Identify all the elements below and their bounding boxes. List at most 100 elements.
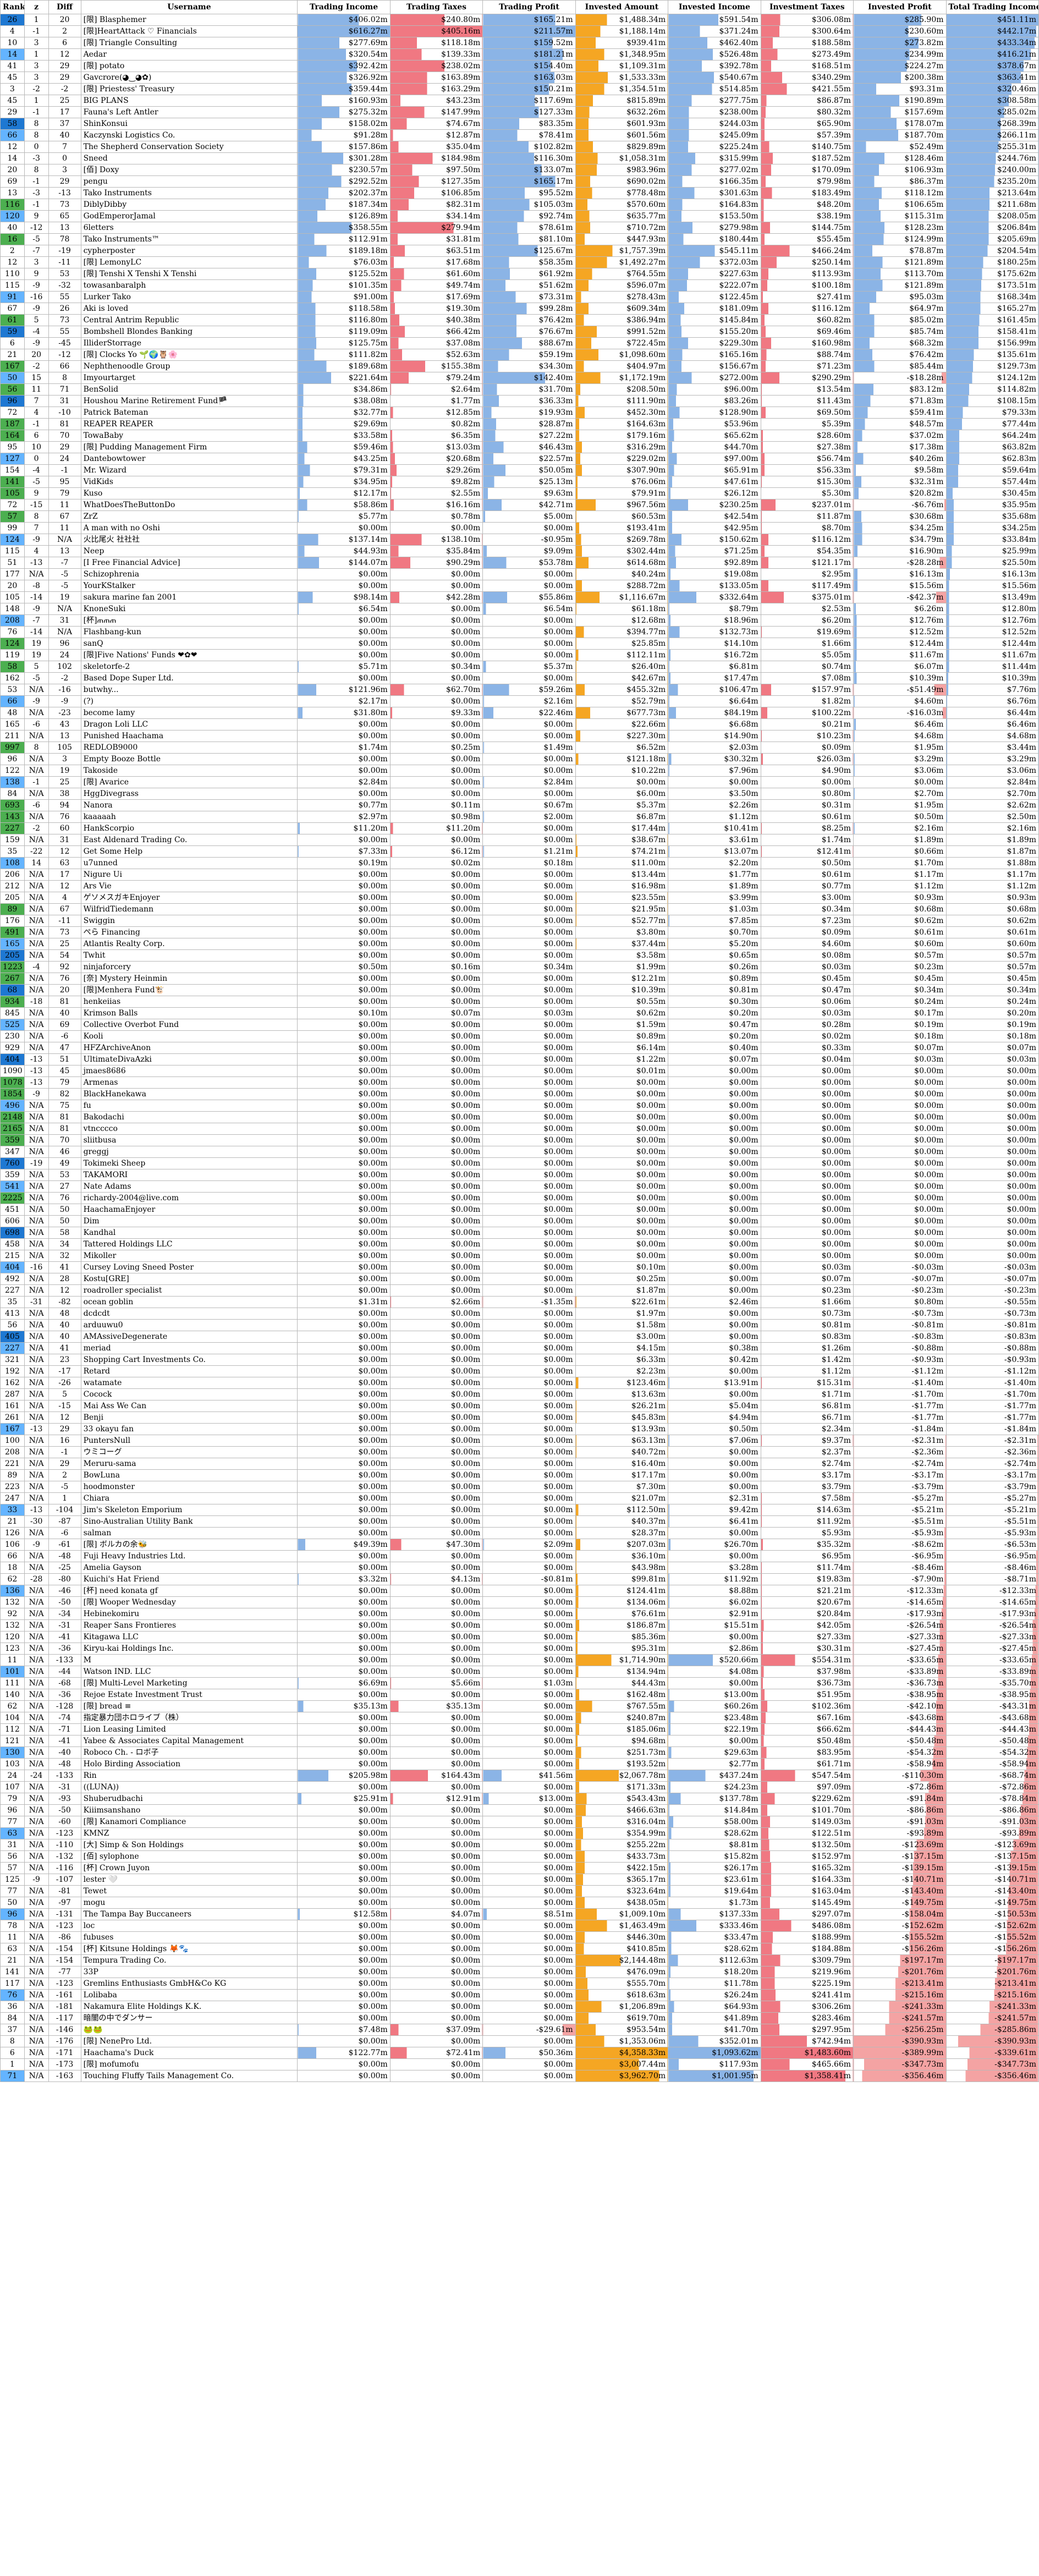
table-row[interactable]: 458 N/A 34 Tattered Holdings LLC $0.00m $0.00… bbox=[0, 1238, 1039, 1250]
table-row[interactable]: 105 -14 19 sakura marine fan 2001 $98.14m $42… bbox=[0, 591, 1039, 603]
table-row[interactable]: 91 -16 55 Lurker Tako $91.00m $17.69m $73.31m $… bbox=[0, 291, 1039, 303]
table-row[interactable]: 45 1 25 BIG PLANS $160.93m $43.23m $117.69m $81… bbox=[0, 95, 1039, 107]
table-row[interactable]: 41 3 29 [限] potato $392.42m $238.02m $154.40m $… bbox=[0, 60, 1039, 72]
table-row[interactable]: 496 N/A 75 fu $0.00m $0.00m $0.00m $0.00m $0.00m… bbox=[0, 1100, 1039, 1112]
table-row[interactable]: 1090 -13 45 jmaes8686 $0.00m $0.00m $0.00m $0.0… bbox=[0, 1065, 1039, 1077]
table-row[interactable]: 525 N/A 69 Collective Overbot Fund $0.00m $0.… bbox=[0, 1019, 1039, 1031]
table-row[interactable]: 141 -5 95 VidKids $34.95m $9.82m $25.13m $76.06… bbox=[0, 476, 1039, 488]
table-row[interactable]: 140 N/A -36 Rejoe Estate Investment Trust $0… bbox=[0, 1689, 1039, 1701]
table-row[interactable]: 96 N/A 3 Empty Booze Bottle $0.00m $0.00m $0.0… bbox=[0, 753, 1039, 765]
table-row[interactable]: 10 3 6 [限] Triangle Consulting $277.69m $118.… bbox=[0, 37, 1039, 49]
table-row[interactable]: 1854 -9 82 BlackHanekawa $0.00m $0.00m $0.00m $… bbox=[0, 1088, 1039, 1100]
header-total-trading-income[interactable]: Total Trading Income bbox=[945, 0, 1039, 14]
table-row[interactable]: 123 N/A -36 Kiryu-kai Holdings Inc. $0.00m $0… bbox=[0, 1643, 1039, 1655]
table-row[interactable]: 79 N/A -93 Shuberudbachi $25.91m $12.91m $13.0… bbox=[0, 1793, 1039, 1805]
table-row[interactable]: 413 N/A 48 dcdcdt $0.00m $0.00m $0.00m $1.97m $0… bbox=[0, 1308, 1039, 1320]
table-row[interactable]: 205 N/A 54 Twhit $0.00m $0.00m $0.00m $3.58m $0.… bbox=[0, 949, 1039, 962]
header-investment-taxes[interactable]: Investment Taxes bbox=[760, 0, 854, 14]
table-row[interactable]: 261 N/A 12 Benji $0.00m $0.00m $0.00m $45.83m $4… bbox=[0, 1411, 1039, 1424]
table-row[interactable]: 138 -1 25 [限] Avarice $2.84m $0.00m $2.84m $0.0… bbox=[0, 776, 1039, 788]
table-row[interactable]: 20 8 3 [佰] Doxy $230.57m $97.50m $133.07m $983.… bbox=[0, 164, 1039, 176]
header-trading-taxes[interactable]: Trading Taxes bbox=[389, 0, 483, 14]
table-row[interactable]: 206 N/A 17 Nigure Ui $0.00m $0.00m $0.00m $13.4… bbox=[0, 869, 1039, 881]
table-row[interactable]: 929 N/A 47 HFZArchiveAnon $0.00m $0.00m $0.00m… bbox=[0, 1042, 1039, 1054]
table-row[interactable]: 57 8 67 ZrZ $5.77m $0.78m $5.00m $60.53m $42.54m… bbox=[0, 510, 1039, 523]
table-row[interactable]: 321 N/A 23 Shopping Cart Investments Co. $0.… bbox=[0, 1354, 1039, 1366]
table-row[interactable]: 211 N/A 13 Punished Haachama $0.00m $0.00m $0.… bbox=[0, 730, 1039, 742]
table-row[interactable]: 491 N/A 73 ぺら Financing $0.00m $0.00m $0.00m $3… bbox=[0, 926, 1039, 938]
table-row[interactable]: 62 N/A -128 [限] bread ≡ $35.13m $35.13m $0.00m… bbox=[0, 1700, 1039, 1712]
table-row[interactable]: 404 -13 51 UltimateDivaAzki $0.00m $0.00m $0.0… bbox=[0, 1053, 1039, 1065]
table-row[interactable]: 167 -2 66 Nephthenoodle Group $189.68m $155.3… bbox=[0, 360, 1039, 372]
table-row[interactable]: 96 N/A -50 Kiiimsanshano $0.00m $0.00m $0.00m $… bbox=[0, 1804, 1039, 1816]
table-row[interactable]: 192 N/A -17 Retard $0.00m $0.00m $0.00m $2.23m $… bbox=[0, 1365, 1039, 1377]
table-row[interactable]: 72 4 -10 Patrick Bateman $32.77m $12.85m $19.9… bbox=[0, 407, 1039, 419]
table-row[interactable]: 58 8 37 ShinKonsui $158.02m $74.67m $83.35m $60… bbox=[0, 118, 1039, 130]
table-row[interactable]: 31 N/A -110 [大] Simp & Son Holdings $0.00m $0… bbox=[0, 1839, 1039, 1851]
table-row[interactable]: 67 -9 26 Aki is loved $118.58m $19.30m $99.28m… bbox=[0, 303, 1039, 315]
table-row[interactable]: 72 -15 11 WhatDoesTheButtonDo $58.86m $16.16m… bbox=[0, 499, 1039, 511]
table-row[interactable]: 143 N/A 76 kaaaaah $2.97m $0.98m $2.00m $6.87m $… bbox=[0, 811, 1039, 823]
table-row[interactable]: 51 -13 -7 [I Free Financial Advice] $144.07m… bbox=[0, 557, 1039, 569]
table-row[interactable]: 110 9 53 [限] Tenshi X Tenshi X Tenshi $125.5… bbox=[0, 268, 1039, 280]
header-rank[interactable]: Rank bbox=[0, 0, 25, 14]
table-row[interactable]: 359 N/A 53 TAKAMORI $0.00m $0.00m $0.00m $0.00m… bbox=[0, 1169, 1039, 1181]
table-row[interactable]: 100 N/A 16 PuntersNull $0.00m $0.00m $0.00m $63… bbox=[0, 1435, 1039, 1447]
table-row[interactable]: 71 N/A -163 Touching Fluffy Tails Managemen… bbox=[0, 2070, 1039, 2082]
table-row[interactable]: 122 N/A 19 Takoside $0.00m $0.00m $0.00m $10.22… bbox=[0, 765, 1039, 777]
table-row[interactable]: 120 N/A -41 Kitagawa LLC $0.00m $0.00m $0.00m $… bbox=[0, 1631, 1039, 1643]
table-row[interactable]: 107 N/A -31 ((LUNA)) $0.00m $0.00m $0.00m $171.… bbox=[0, 1781, 1039, 1793]
table-row[interactable]: 26 1 20 [限] Blasphemer $406.02m $240.80m $165.… bbox=[0, 14, 1039, 26]
table-row[interactable]: 1 N/A -173 [限] mofumofu $0.00m $0.00m $0.00m $3… bbox=[0, 2058, 1039, 2070]
table-row[interactable]: 404 -16 41 Cursey Loving Sneed Poster $0.00m… bbox=[0, 1261, 1039, 1273]
table-row[interactable]: 108 14 63 u7unned $0.19m $0.02m $0.18m $11.00m $… bbox=[0, 857, 1039, 869]
table-row[interactable]: 177 N/A -5 Schizophrenia $0.00m $0.00m $0.00m $… bbox=[0, 568, 1039, 580]
table-row[interactable]: 115 4 13 Neep $44.93m $35.84m $9.09m $302.44m $7… bbox=[0, 545, 1039, 557]
table-row[interactable]: 117 N/A -123 Gremlins Enthusiasts GmbH&Co K… bbox=[0, 1978, 1039, 1990]
table-row[interactable]: 208 N/A -1 ウミコーグ $0.00m $0.00m $0.00m $40.72m $0… bbox=[0, 1446, 1039, 1458]
table-row[interactable]: 76 N/A -161 Lolibaba $0.00m $0.00m $0.00m $618.… bbox=[0, 1989, 1039, 2001]
table-row[interactable]: 29 -1 17 Fauna's Left Antler $275.32m $147.99… bbox=[0, 106, 1039, 118]
table-row[interactable]: 347 N/A 46 greggj $0.00m $0.00m $0.00m $0.00m $0… bbox=[0, 1146, 1039, 1158]
table-row[interactable]: 89 N/A 2 BowLuna $0.00m $0.00m $0.00m $17.17m $0… bbox=[0, 1469, 1039, 1481]
table-row[interactable]: 57 N/A -116 [杯] Crown Juyon $0.00m $0.00m $0.0… bbox=[0, 1862, 1039, 1874]
table-row[interactable]: 66 -9 -9 (?) $2.17m $0.00m $2.16m $52.79m $6.64m… bbox=[0, 695, 1039, 707]
table-row[interactable]: 124 -9 N/A 火比尾火 社社社 $137.14m $138.10m -$0.95m $… bbox=[0, 534, 1039, 546]
table-row[interactable]: 101 N/A -44 Watson IND. LLC $0.00m $0.00m $0.0… bbox=[0, 1666, 1039, 1678]
table-row[interactable]: 227 N/A 41 meriad $0.00m $0.00m $0.00m $4.15m $0… bbox=[0, 1342, 1039, 1354]
table-row[interactable]: 405 N/A 40 AMAssiveDegenerate $0.00m $0.00m $0… bbox=[0, 1331, 1039, 1343]
table-row[interactable]: 24 -24 -133 Rin $205.98m $164.43m $41.56m $2,06… bbox=[0, 1770, 1039, 1782]
table-row[interactable]: 99 7 11 A man with no Oshi $0.00m $0.00m $0.00… bbox=[0, 522, 1039, 534]
table-row[interactable]: 12 0 7 The Shepherd Conservation Society $15… bbox=[0, 141, 1039, 153]
table-row[interactable]: 287 N/A 5 Cocock $0.00m $0.00m $0.00m $13.63m $0… bbox=[0, 1388, 1039, 1400]
table-row[interactable]: 215 N/A 32 Mikoller $0.00m $0.00m $0.00m $0.00m… bbox=[0, 1250, 1039, 1262]
table-row[interactable]: 56 N/A 40 arduuwu0 $0.00m $0.00m $0.00m $1.58m $… bbox=[0, 1319, 1039, 1331]
header-username[interactable]: Username bbox=[80, 0, 298, 14]
table-row[interactable]: 115 -9 -32 towasanbaralph $101.35m $49.74m $51… bbox=[0, 279, 1039, 292]
table-row[interactable]: 89 N/A 67 WilfridTiedemann $0.00m $0.00m $0.00… bbox=[0, 903, 1039, 915]
table-row[interactable]: 208 -7 31 [杯]ጠጠጠ $0.00m $0.00m $0.00m $12.68m $1… bbox=[0, 614, 1039, 627]
table-row[interactable]: 359 N/A 70 sliitbusa $0.00m $0.00m $0.00m $0.00… bbox=[0, 1134, 1039, 1146]
table-row[interactable]: 230 N/A -6 Kooli $0.00m $0.00m $0.00m $0.89m $0.… bbox=[0, 1030, 1039, 1042]
table-row[interactable]: 63 N/A -154 [杯] Kitsune Holdings 🦊🐾 $0.00m $0… bbox=[0, 1943, 1039, 1955]
table-row[interactable]: 2 -7 -19 cypherposter $189.18m $63.51m $125.67… bbox=[0, 245, 1039, 257]
table-row[interactable]: 451 N/A 50 HaachamaEnjoyer $0.00m $0.00m $0.00… bbox=[0, 1204, 1039, 1216]
header-invested-amount[interactable]: Invested Amount bbox=[575, 0, 669, 14]
table-row[interactable]: 606 N/A 50 Dim $0.00m $0.00m $0.00m $0.00m $0.00… bbox=[0, 1215, 1039, 1227]
table-row[interactable]: 13 -3 -13 Tako Instruments $202.37m $106.85m $… bbox=[0, 187, 1039, 199]
table-row[interactable]: 154 -4 -1 Mr. Wizard $79.31m $29.26m $50.05m $3… bbox=[0, 464, 1039, 476]
table-row[interactable]: 33 -13 -104 Jim's Skeleton Emporium $0.00m $0… bbox=[0, 1504, 1039, 1516]
table-row[interactable]: 1223 -4 92 ninjaforcery $0.50m $0.16m $0.34m $1… bbox=[0, 961, 1039, 973]
table-row[interactable]: 56 11 71 BenSolid $34.86m $2.64m $31.70m $208.5… bbox=[0, 383, 1039, 396]
table-row[interactable]: 132 N/A -31 Reaper Sans Frontieres $0.00m $0.… bbox=[0, 1619, 1039, 1632]
table-row[interactable]: 205 N/A 4 ゲソメスガキEnjoyer $0.00m $0.00m $0.00m $2… bbox=[0, 892, 1039, 904]
table-row[interactable]: 120 9 65 GodEmperorJamal $126.89m $34.14m $92.… bbox=[0, 210, 1039, 222]
table-row[interactable]: 18 N/A -25 Amelia Gayson $0.00m $0.00m $0.00m $… bbox=[0, 1562, 1039, 1574]
table-row[interactable]: 14 1 12 Aedar $320.54m $139.33m $181.21m $1,348… bbox=[0, 48, 1039, 61]
table-row[interactable]: 845 N/A 40 Krimson Balls $0.10m $0.07m $0.03m $… bbox=[0, 1007, 1039, 1019]
table-row[interactable]: 11 N/A -133 M $0.00m $0.00m $0.00m $1,714.90m $5… bbox=[0, 1654, 1039, 1666]
table-row[interactable]: 176 N/A -11 Swiggin $0.00m $0.00m $0.00m $52.77… bbox=[0, 915, 1039, 927]
table-row[interactable]: 103 N/A -48 Holo Birding Association $0.00m $… bbox=[0, 1758, 1039, 1770]
header-invested-income[interactable]: Invested Income bbox=[668, 0, 761, 14]
table-row[interactable]: 105 9 79 Kuso $12.17m $2.55m $9.63m $79.91m $26.… bbox=[0, 487, 1039, 499]
